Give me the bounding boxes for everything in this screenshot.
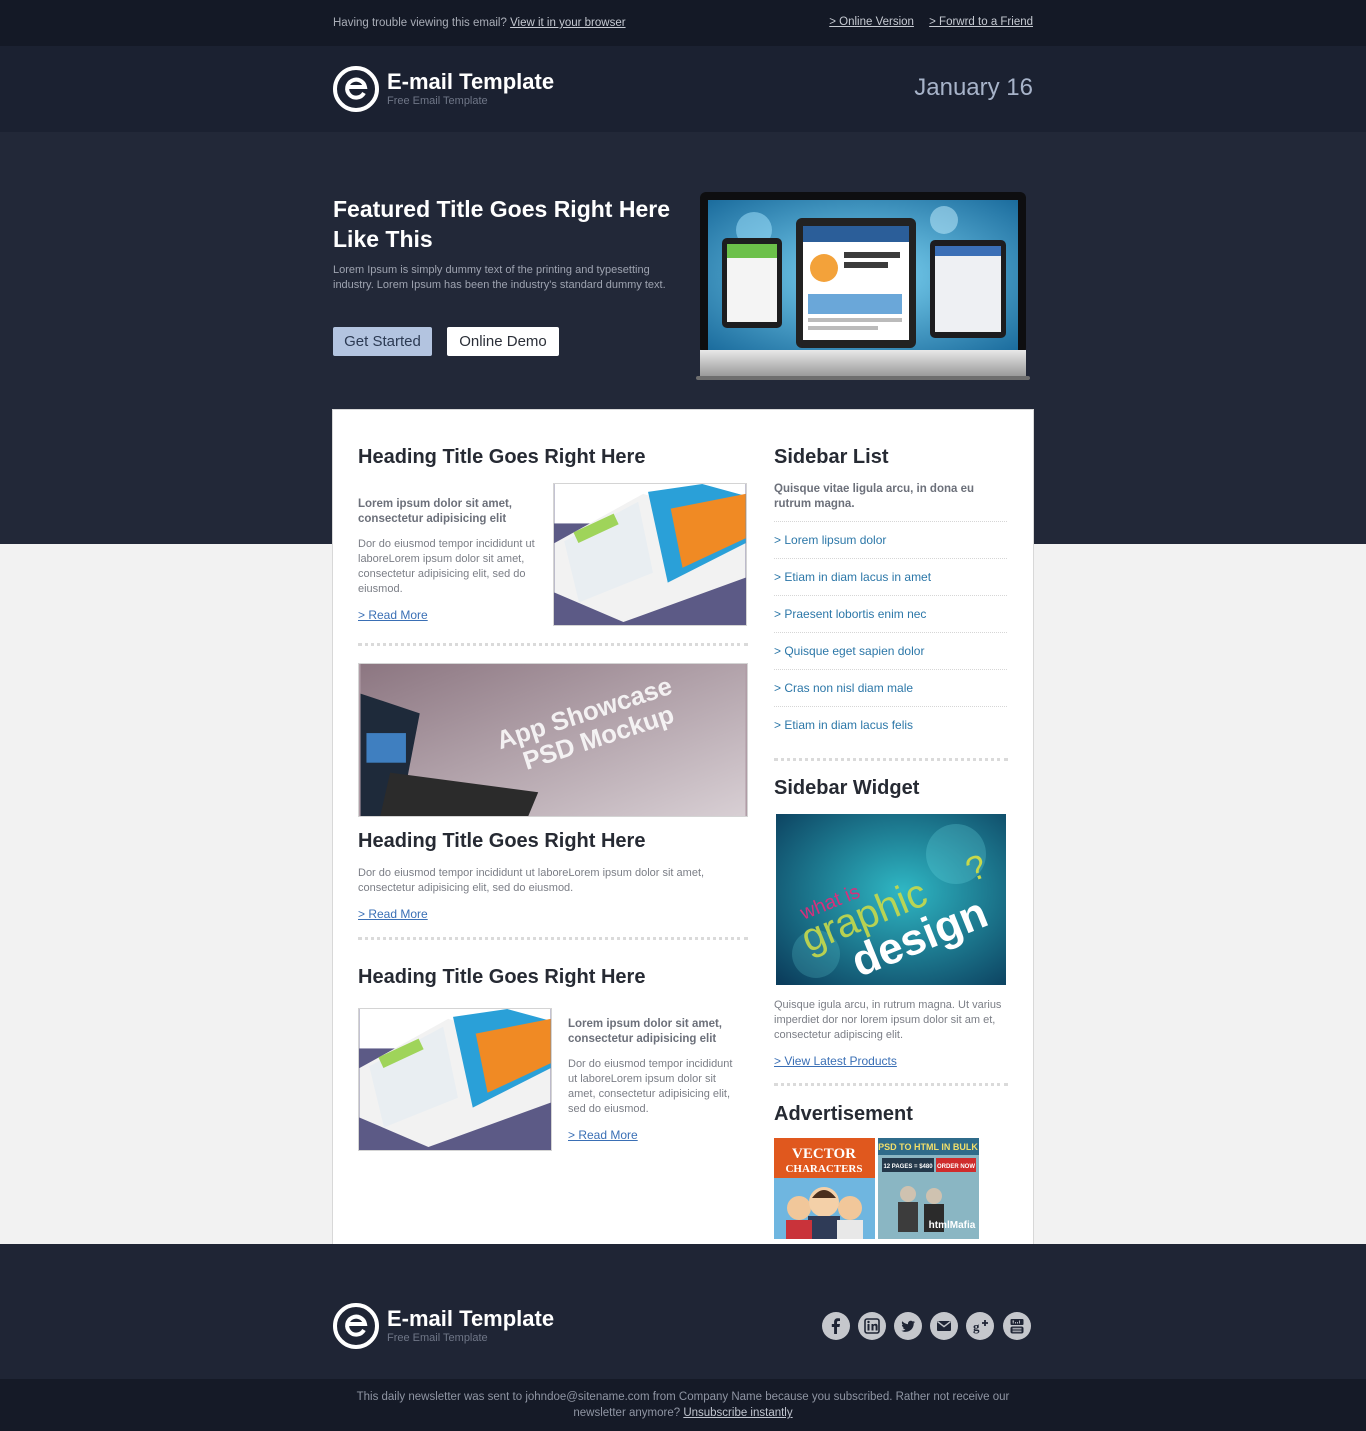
article-2-read-more-link[interactable]: > Read More — [358, 907, 428, 921]
sidebar-list-title: Sidebar List — [774, 446, 889, 468]
newsletter-notice: This daily newsletter was sent to johndo… — [343, 1389, 1023, 1421]
sidebar-item-3[interactable]: > Praesent lobortis enim nec — [774, 596, 1007, 633]
view-in-browser-notice: Having trouble viewing this email? View … — [333, 17, 626, 29]
logo-name: E-mail Template — [387, 69, 555, 94]
online-demo-button[interactable]: Online Demo — [447, 327, 559, 356]
monitor-illustration — [696, 192, 1030, 380]
sidebar-item-2[interactable]: > Etiam in diam lacus in amet — [774, 559, 1007, 596]
sidebar-item-1[interactable]: > Lorem lipsum dolor — [774, 522, 1007, 559]
ad-htmlmafia[interactable]: PSD TO HTML IN BULK 12 PAGES = $480 ORDE… — [878, 1138, 979, 1239]
email-icon[interactable] — [930, 1312, 958, 1340]
footer: E-mail Template Free Email Template — [0, 1244, 1366, 1379]
ad2-line2: 12 PAGES = $480 — [883, 1164, 933, 1170]
footer-logo-mark-icon — [333, 1303, 379, 1349]
ad-vector-characters[interactable]: VECTOR CHARACTERS — [774, 1138, 875, 1239]
footer-logo-tagline: Free Email Template — [387, 1332, 488, 1344]
sidebar-list-intro: Quisque vitae ligula arcu, in dona eu ru… — [774, 483, 975, 510]
ad1-line1: VECTOR — [792, 1146, 856, 1162]
sidebar-widget-title: Sidebar Widget — [774, 777, 920, 799]
article-2-body: Dor do eiusmod tempor incididunt ut labo… — [358, 867, 705, 894]
sidebar-item-6[interactable]: > Etiam in diam lacus felis — [774, 707, 1007, 744]
divider — [358, 937, 748, 940]
sidebar-item-5[interactable]: > Cras non nisl diam male — [774, 670, 1007, 707]
footer-logo[interactable]: E-mail Template Free Email Template — [333, 1303, 593, 1353]
unsubscribe-link[interactable]: Unsubscribe instantly — [683, 1407, 792, 1419]
google-plus-icon[interactable]: g — [966, 1312, 994, 1340]
ad2-line1: PSD TO HTML IN BULK — [878, 1142, 978, 1152]
twitter-icon[interactable] — [894, 1312, 922, 1340]
divider — [358, 643, 748, 646]
sidebar-item-4[interactable]: > Quisque eget sapien dolor — [774, 633, 1007, 670]
sidebar-widget-text: Quisque igula arcu, in rutrum magna. Ut … — [774, 999, 1002, 1041]
logo-tagline: Free Email Template — [387, 95, 488, 107]
svg-text:g: g — [973, 1319, 980, 1334]
article-1-image[interactable] — [553, 483, 747, 626]
article-1-heading: Heading Title Goes Right Here — [358, 446, 646, 468]
top-bar: Having trouble viewing this email? View … — [0, 0, 1366, 46]
logo-mark-icon — [333, 66, 379, 112]
article-1-lead: Lorem ipsum dolor sit amet, consectetur … — [358, 498, 512, 525]
online-version-link[interactable]: > Online Version — [829, 16, 914, 28]
article-3-read-more-link[interactable]: > Read More — [568, 1128, 638, 1142]
article-1-read-more-link[interactable]: > Read More — [358, 608, 428, 622]
logo[interactable]: E-mail Template Free Email Template — [333, 66, 593, 116]
article-3-image[interactable] — [358, 1008, 552, 1151]
divider — [774, 1083, 1008, 1086]
view-latest-products-link[interactable]: > View Latest Products — [774, 1054, 897, 1068]
top-links: > Online Version > Forwrd to a Friend — [817, 16, 1033, 28]
youtube-icon[interactable] — [1003, 1312, 1031, 1340]
trouble-text: Having trouble viewing this email? — [333, 17, 507, 29]
unsubscribe-bar: This daily newsletter was sent to johndo… — [0, 1379, 1366, 1431]
featured-text: Lorem Ipsum is simply dummy text of the … — [333, 264, 666, 291]
article-1-body: Dor do eiusmod tempor incididunt ut labo… — [358, 538, 535, 595]
ad2-cta: ORDER NOW — [937, 1164, 975, 1170]
ad1-line2: CHARACTERS — [785, 1163, 862, 1175]
header: E-mail Template Free Email Template Janu… — [0, 46, 1366, 132]
article-3-lead: Lorem ipsum dolor sit amet, consectetur … — [568, 1018, 722, 1045]
view-in-browser-link[interactable]: View it in your browser — [510, 17, 625, 29]
article-3-heading: Heading Title Goes Right Here — [358, 966, 646, 988]
footer-logo-name: E-mail Template — [387, 1306, 555, 1331]
get-started-button[interactable]: Get Started — [333, 327, 432, 356]
featured-title: Featured Title Goes Right Here Like This — [333, 196, 670, 252]
forward-to-friend-link[interactable]: > Forwrd to a Friend — [929, 16, 1033, 28]
divider — [774, 758, 1008, 761]
advertisement-title: Advertisement — [774, 1103, 913, 1125]
facebook-icon[interactable] — [822, 1312, 850, 1340]
issue-date: January 16 — [914, 74, 1033, 101]
article-2-heading: Heading Title Goes Right Here — [358, 830, 646, 852]
article-2-banner-image[interactable]: App Showcase PSD Mockup — [358, 663, 748, 817]
sidebar-widget-image[interactable]: what is graphic design ? — [776, 814, 1006, 985]
linkedin-icon[interactable] — [858, 1312, 886, 1340]
article-3-body: Dor do eiusmod tempor incididunt ut labo… — [568, 1058, 733, 1115]
ad2-brand: htmlMafia — [929, 1220, 976, 1231]
